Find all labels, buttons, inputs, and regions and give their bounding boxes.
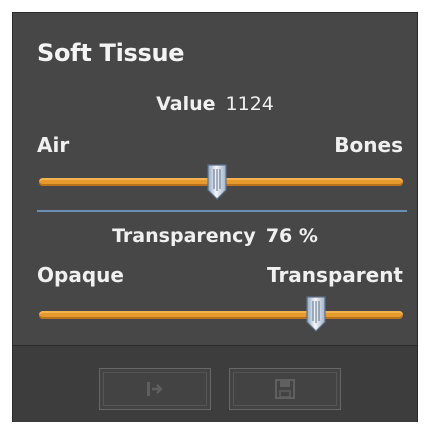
save-icon	[275, 379, 295, 399]
bones-label: Bones	[334, 133, 403, 157]
slider-thumb-icon	[207, 164, 227, 200]
transparency-readout: Transparency 76 %	[13, 225, 417, 247]
transparency-number: 76 %	[265, 225, 318, 247]
transparency-slider-thumb[interactable]	[305, 296, 327, 332]
save-button[interactable]	[229, 368, 341, 410]
section-divider	[37, 210, 407, 212]
value-label: Value	[156, 93, 216, 115]
value-readout: Value 1124	[13, 93, 417, 115]
slider-thumb-icon	[306, 296, 326, 332]
soft-tissue-panel: Soft Tissue Value 1124 Air Bones Transpar…	[12, 12, 418, 422]
transparency-label: Transparency	[112, 225, 256, 247]
panel-title: Soft Tissue	[37, 39, 185, 67]
transparent-label: Transparent	[267, 263, 403, 287]
transparency-slider-track[interactable]	[39, 311, 403, 319]
value-number: 1124	[225, 93, 274, 115]
apply-icon	[147, 382, 163, 396]
value-slider-thumb[interactable]	[206, 164, 228, 200]
action-toolbar	[13, 345, 417, 422]
air-label: Air	[37, 133, 70, 157]
apply-button[interactable]	[99, 368, 211, 410]
opaque-label: Opaque	[37, 263, 124, 287]
